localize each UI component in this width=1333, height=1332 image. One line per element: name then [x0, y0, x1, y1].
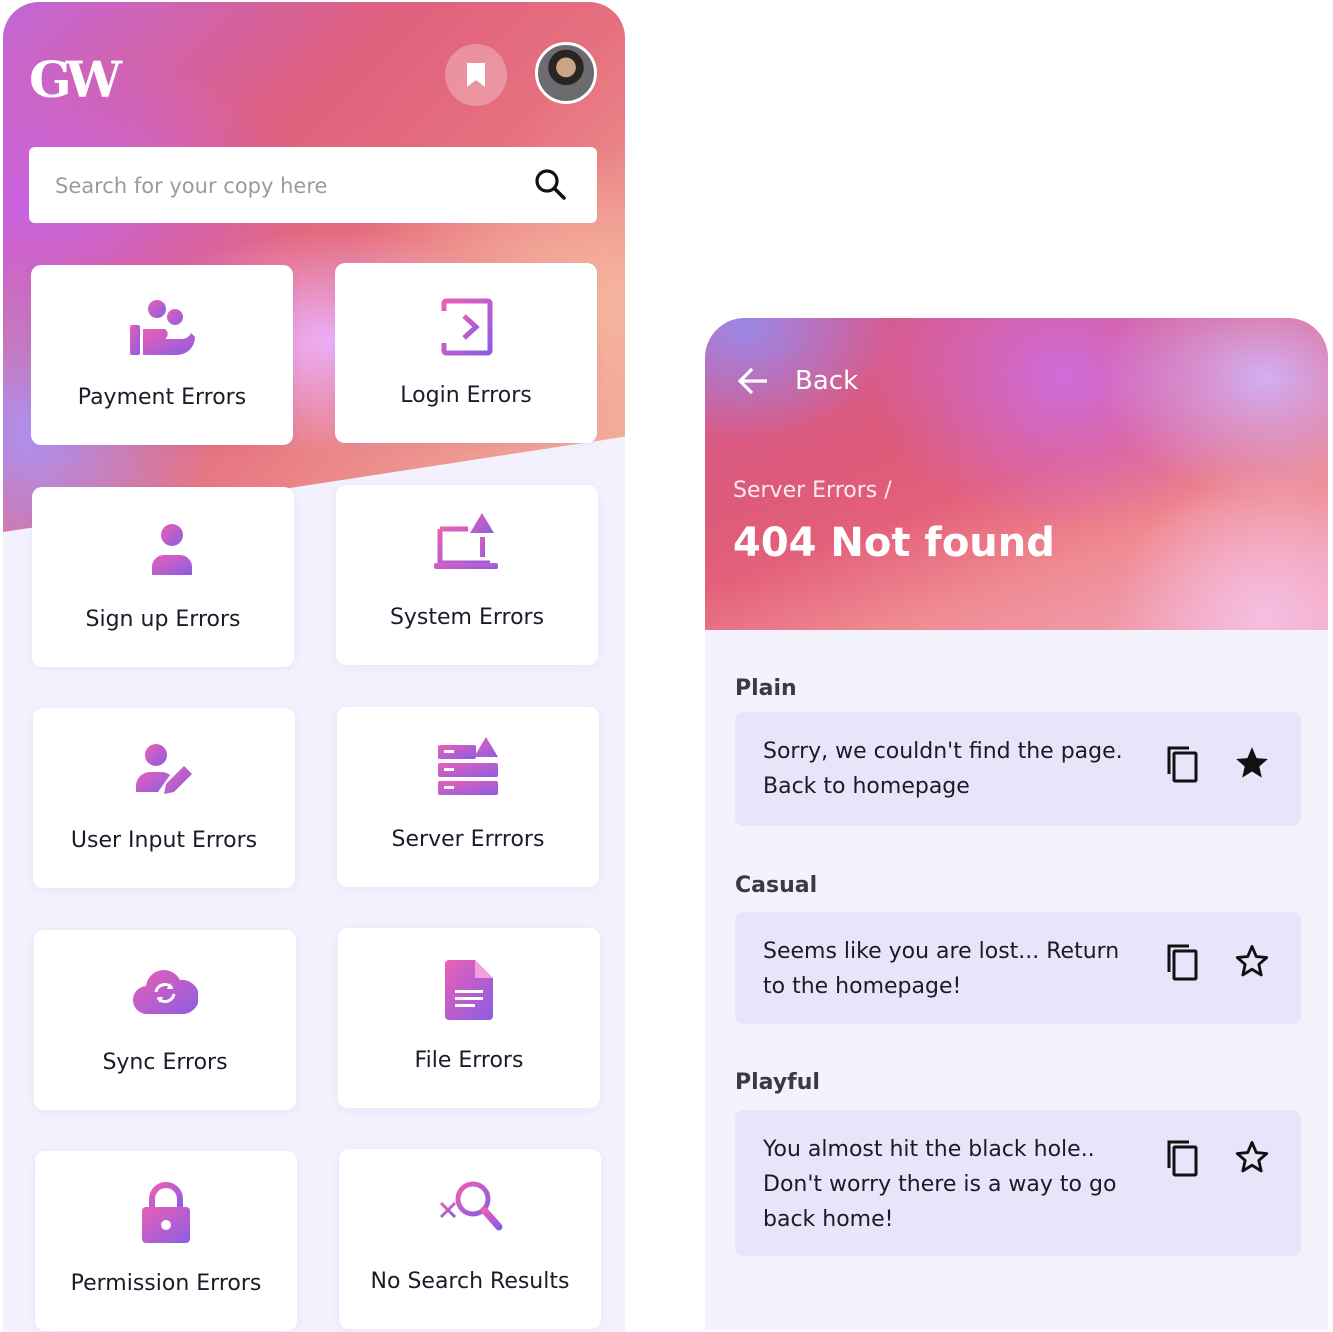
category-card-server[interactable]: Server Errrors [337, 707, 599, 887]
category-label: Payment Errors [77, 385, 247, 410]
category-label: User Input Errors [70, 828, 258, 853]
user-edit-icon [136, 744, 192, 794]
copy-card-casual: Seems like you are lost... Return to the… [735, 912, 1301, 1024]
copy-text[interactable]: You almost hit the black hole.. Don't wo… [763, 1132, 1133, 1237]
section-label-playful: Playful [735, 1070, 820, 1095]
detail-screen: Back Server Errors / 404 Not found Plain… [705, 318, 1328, 1330]
star-outline-icon[interactable] [1233, 1138, 1271, 1176]
copy-icon[interactable] [1163, 744, 1201, 784]
cloud-sync-icon [132, 970, 198, 1015]
copy-text[interactable]: Sorry, we couldn't find the page. Back t… [763, 734, 1133, 804]
avatar[interactable] [535, 42, 597, 104]
bookmark-icon [467, 63, 485, 87]
breadcrumb[interactable]: Server Errors / [733, 478, 892, 503]
category-label: Permission Errors [70, 1271, 262, 1296]
login-icon [440, 298, 493, 356]
payment-user-icon [130, 300, 195, 355]
copy-icon[interactable] [1163, 942, 1201, 982]
search-bar [29, 147, 597, 223]
category-card-system[interactable]: System Errors [336, 485, 598, 665]
copy-card-plain: Sorry, we couldn't find the page. Back t… [735, 712, 1301, 826]
app-logo[interactable]: GW [29, 50, 122, 109]
category-label: Server Errrors [391, 827, 545, 852]
star-outline-icon[interactable] [1233, 942, 1271, 980]
category-card-signup[interactable]: Sign up Errors [32, 487, 294, 667]
category-label: Login Errors [400, 383, 532, 408]
arrow-left-icon [737, 367, 767, 395]
file-icon [445, 960, 493, 1020]
category-screen: GW Payment Errors [3, 2, 625, 1332]
category-card-payment[interactable]: Payment Errors [31, 265, 293, 445]
category-card-permission[interactable]: Permission Errors [35, 1151, 297, 1331]
category-card-no-results[interactable]: No Search Results [339, 1149, 601, 1329]
section-label-plain: Plain [735, 676, 797, 701]
category-card-user-input[interactable]: User Input Errors [33, 708, 295, 888]
header-gradient [705, 318, 1328, 630]
search-x-icon [439, 1181, 503, 1231]
category-label: Sync Errors [102, 1050, 228, 1075]
page-title: 404 Not found [733, 520, 1055, 566]
category-label: Sign up Errors [85, 607, 241, 632]
lock-icon [142, 1182, 190, 1243]
search-input[interactable] [53, 165, 517, 207]
category-card-sync[interactable]: Sync Errors [34, 930, 296, 1110]
bookmarks-button[interactable] [445, 44, 507, 106]
search-icon[interactable] [533, 167, 569, 203]
category-label: System Errors [389, 605, 545, 630]
copy-icon[interactable] [1163, 1138, 1201, 1178]
server-warning-icon [438, 737, 498, 795]
back-label: Back [795, 366, 859, 396]
back-button[interactable]: Back [737, 366, 858, 396]
add-user-icon [132, 524, 192, 575]
category-card-login[interactable]: Login Errors [335, 263, 597, 443]
copy-card-playful: You almost hit the black hole.. Don't wo… [735, 1110, 1301, 1256]
category-label: File Errors [414, 1048, 524, 1073]
copy-text[interactable]: Seems like you are lost... Return to the… [763, 934, 1133, 1004]
section-label-casual: Casual [735, 873, 818, 898]
laptop-warning-icon [434, 513, 498, 569]
category-card-file[interactable]: File Errors [338, 928, 600, 1108]
star-filled-icon[interactable] [1233, 744, 1271, 782]
category-label: No Search Results [370, 1269, 570, 1294]
